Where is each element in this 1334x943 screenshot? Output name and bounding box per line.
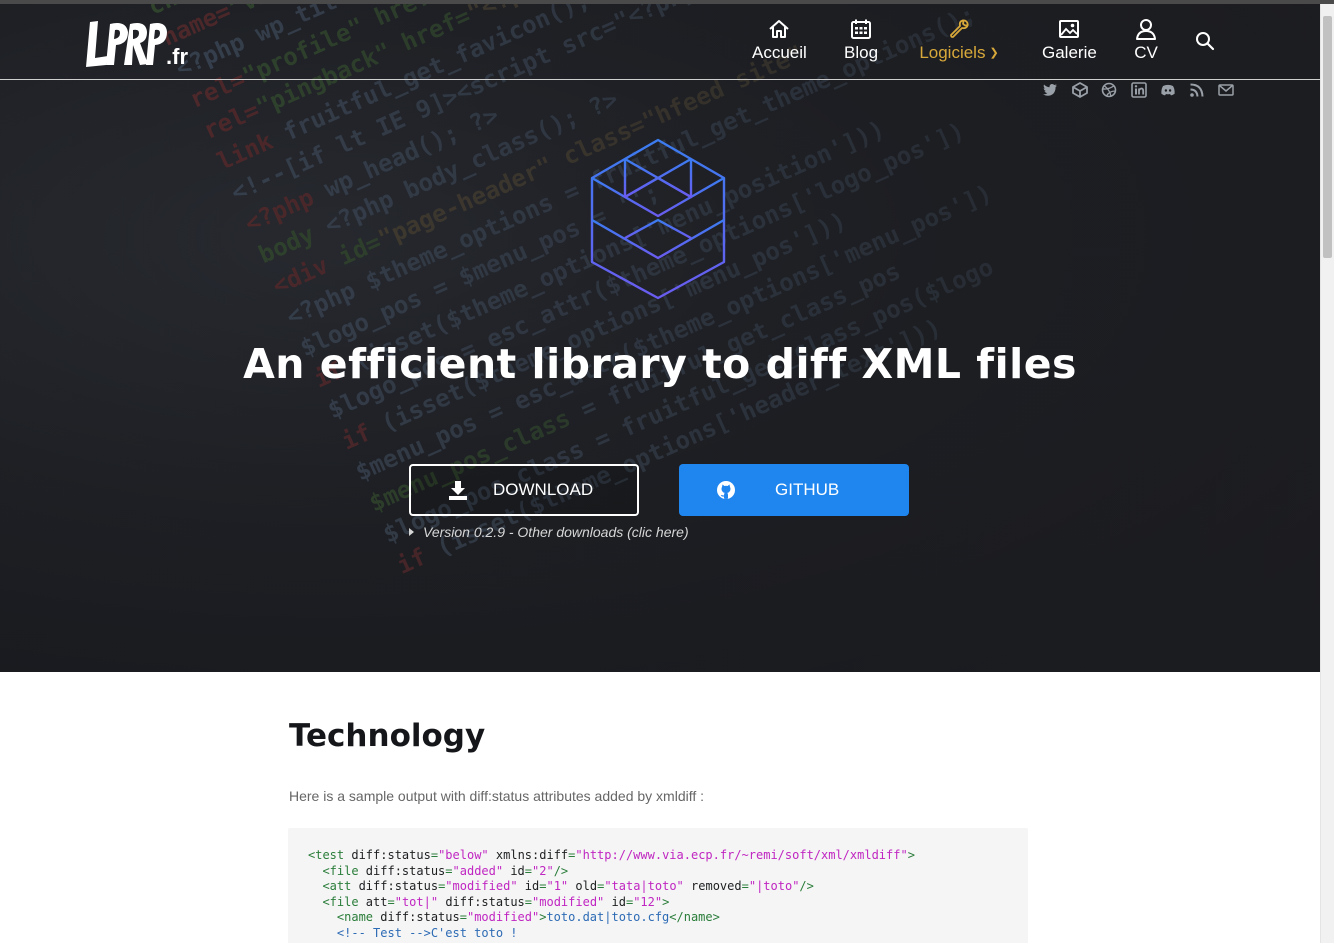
code-token: xmlns:diff — [495, 848, 569, 862]
section-intro: Here is a sample output with diff:status… — [289, 788, 705, 804]
code-token: <test — [308, 848, 352, 862]
code-token: = — [445, 863, 453, 878]
code-line: <!-- Test -->C'est toto ! — [308, 926, 1008, 942]
code-token: diff:status — [351, 848, 431, 862]
code-token: = — [524, 894, 533, 909]
github-icon — [717, 481, 735, 499]
nav-item-blog[interactable]: Blog — [844, 18, 878, 63]
code-token: = — [459, 910, 467, 925]
code-token: </name> — [669, 910, 720, 925]
wrench-icon — [950, 19, 969, 38]
code-token: <file — [308, 894, 366, 909]
version-text: Version 0.2.9 - Other downloads (clic he… — [423, 524, 689, 540]
code-line: <file att="tot|" diff:status="modified" … — [308, 895, 1008, 911]
search-icon[interactable] — [1194, 30, 1216, 52]
code-token: toto.dat|toto.cfg — [546, 910, 670, 925]
code-line: <file diff:status="added" id="2"/> — [308, 864, 1008, 880]
code-token: "modified" — [466, 910, 540, 925]
dribbble-icon[interactable] — [1101, 82, 1117, 98]
code-token: /> — [799, 879, 814, 894]
chevron-down-icon: ❯ — [989, 47, 999, 59]
hero-section: <?php language_attributes(); ?> charset … — [0, 4, 1320, 672]
code-token: <name — [308, 910, 381, 925]
section-title-technology: Technology — [289, 718, 486, 754]
caret-right-icon — [409, 528, 414, 536]
image-icon — [1059, 20, 1079, 38]
main-nav: Accueil Blog Logiciels ❯ Galerie CV — [0, 18, 1320, 74]
nav-label-logiciels: Logiciels — [919, 43, 986, 62]
code-token: diff:status — [380, 910, 460, 925]
nav-item-cv[interactable]: CV — [1133, 18, 1159, 63]
code-token: diff:status — [445, 894, 525, 909]
code-token: diff:status — [358, 879, 439, 894]
user-icon — [1136, 19, 1156, 40]
code-token: "2" — [532, 863, 554, 878]
scrollbar-thumb[interactable] — [1323, 16, 1332, 258]
code-token: = — [430, 848, 439, 862]
code-token: /> — [553, 863, 569, 878]
hero-overlay — [0, 4, 1320, 672]
code-token: att — [365, 894, 388, 909]
code-token: "added" — [452, 863, 504, 878]
nav-label-cv: CV — [1134, 43, 1158, 62]
twitter-icon[interactable] — [1042, 82, 1058, 98]
codepen-icon[interactable] — [1072, 82, 1088, 98]
nav-item-galerie[interactable]: Galerie — [1042, 18, 1097, 63]
version-link[interactable]: Version 0.2.9 - Other downloads (clic he… — [409, 524, 689, 540]
code-token: > — [907, 848, 915, 862]
code-sample: <test diff:status="below" xmlns:diff="ht… — [288, 828, 1028, 943]
code-line: <name diff:status="modified">toto.dat|to… — [308, 910, 1008, 926]
code-token: "|toto" — [748, 879, 800, 894]
hero-title: An efficient library to diff XML files — [243, 340, 1077, 388]
code-token: removed — [691, 879, 742, 894]
code-token: "http://www.via.ecp.fr/~remi/soft/xml/xm… — [575, 848, 908, 862]
site-header: .fr Accueil Blog Logiciels ❯ Galerie CV — [0, 4, 1320, 80]
code-token: <!-- Test -->C'est toto ! — [308, 925, 518, 940]
code-token: diff:status — [365, 863, 446, 878]
github-button-label: GITHUB — [775, 480, 840, 499]
code-token: = — [524, 863, 533, 878]
linkedin-icon[interactable] — [1131, 82, 1147, 98]
code-token: id — [524, 879, 540, 894]
code-token: > — [662, 894, 670, 909]
nav-label-accueil: Accueil — [752, 43, 807, 62]
rss-icon[interactable] — [1189, 82, 1205, 98]
home-icon — [769, 20, 789, 38]
code-token: <att — [308, 879, 359, 894]
code-token: <file — [308, 863, 366, 878]
calendar-icon — [851, 19, 871, 39]
cube-logo-icon — [590, 138, 726, 300]
discord-icon[interactable] — [1160, 82, 1176, 98]
code-token: "modified" — [532, 894, 605, 909]
code-token: "12" — [633, 894, 663, 909]
code-token: id — [510, 863, 525, 878]
page-scrollbar[interactable] — [1320, 4, 1334, 943]
main-content: Technology Here is a sample output with … — [0, 672, 1320, 943]
code-token: "tot|" — [394, 894, 439, 909]
code-token: = — [741, 879, 749, 894]
download-icon — [449, 481, 467, 500]
code-line: <test diff:status="below" xmlns:diff="ht… — [308, 848, 1008, 864]
code-line: <att diff:status="modified" id="1" old="… — [308, 879, 1008, 895]
code-token: old — [575, 879, 598, 894]
code-token: id — [611, 894, 626, 909]
mail-icon[interactable] — [1218, 82, 1234, 98]
download-button[interactable]: DOWNLOAD — [409, 464, 639, 516]
code-token: "modified" — [445, 879, 518, 894]
nav-item-accueil[interactable]: Accueil — [752, 18, 807, 63]
nav-label-galerie: Galerie — [1042, 43, 1097, 62]
nav-item-logiciels[interactable]: Logiciels ❯ — [917, 18, 1001, 63]
github-button[interactable]: GITHUB — [679, 464, 909, 516]
code-token: "below" — [438, 848, 489, 862]
download-button-label: DOWNLOAD — [493, 480, 594, 499]
code-token: "1" — [546, 879, 569, 894]
code-token: = — [387, 894, 395, 909]
code-token: "tata|toto" — [604, 879, 684, 894]
nav-label-blog: Blog — [844, 43, 879, 62]
